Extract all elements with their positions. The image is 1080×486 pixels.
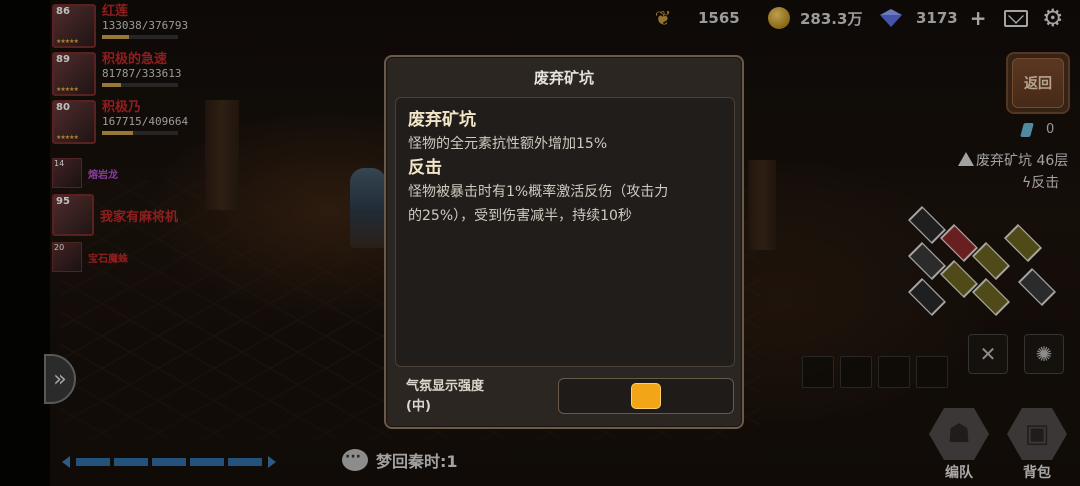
- ambience-label: 气氛显示强度 (中): [406, 377, 484, 417]
- section-text: 怪物被暴击时有1%概率激活反伤（攻击力: [408, 184, 669, 200]
- dialog-title: 废弃矿坑: [533, 69, 594, 87]
- ambience-label-text: 气氛显示强度: [406, 379, 485, 394]
- slider-thumb[interactable]: [631, 383, 661, 409]
- section-heading: 反击: [408, 158, 442, 178]
- ambience-level-text: (中): [406, 399, 431, 414]
- ambience-slider[interactable]: [558, 378, 734, 414]
- dialog-content: 废弃矿坑 怪物的全元素抗性额外增加15% 反击 怪物被暴击时有1%概率激活反伤（…: [395, 97, 735, 367]
- section-text: 的25%），受到伤害减半，持续10秒: [408, 208, 632, 224]
- dungeon-info-dialog: 废弃矿坑 废弃矿坑 怪物的全元素抗性额外增加15% 反击 怪物被暴击时有1%概率…: [384, 55, 744, 429]
- section-text: 怪物的全元素抗性额外增加15%: [408, 136, 608, 152]
- section-heading: 废弃矿坑: [408, 110, 476, 130]
